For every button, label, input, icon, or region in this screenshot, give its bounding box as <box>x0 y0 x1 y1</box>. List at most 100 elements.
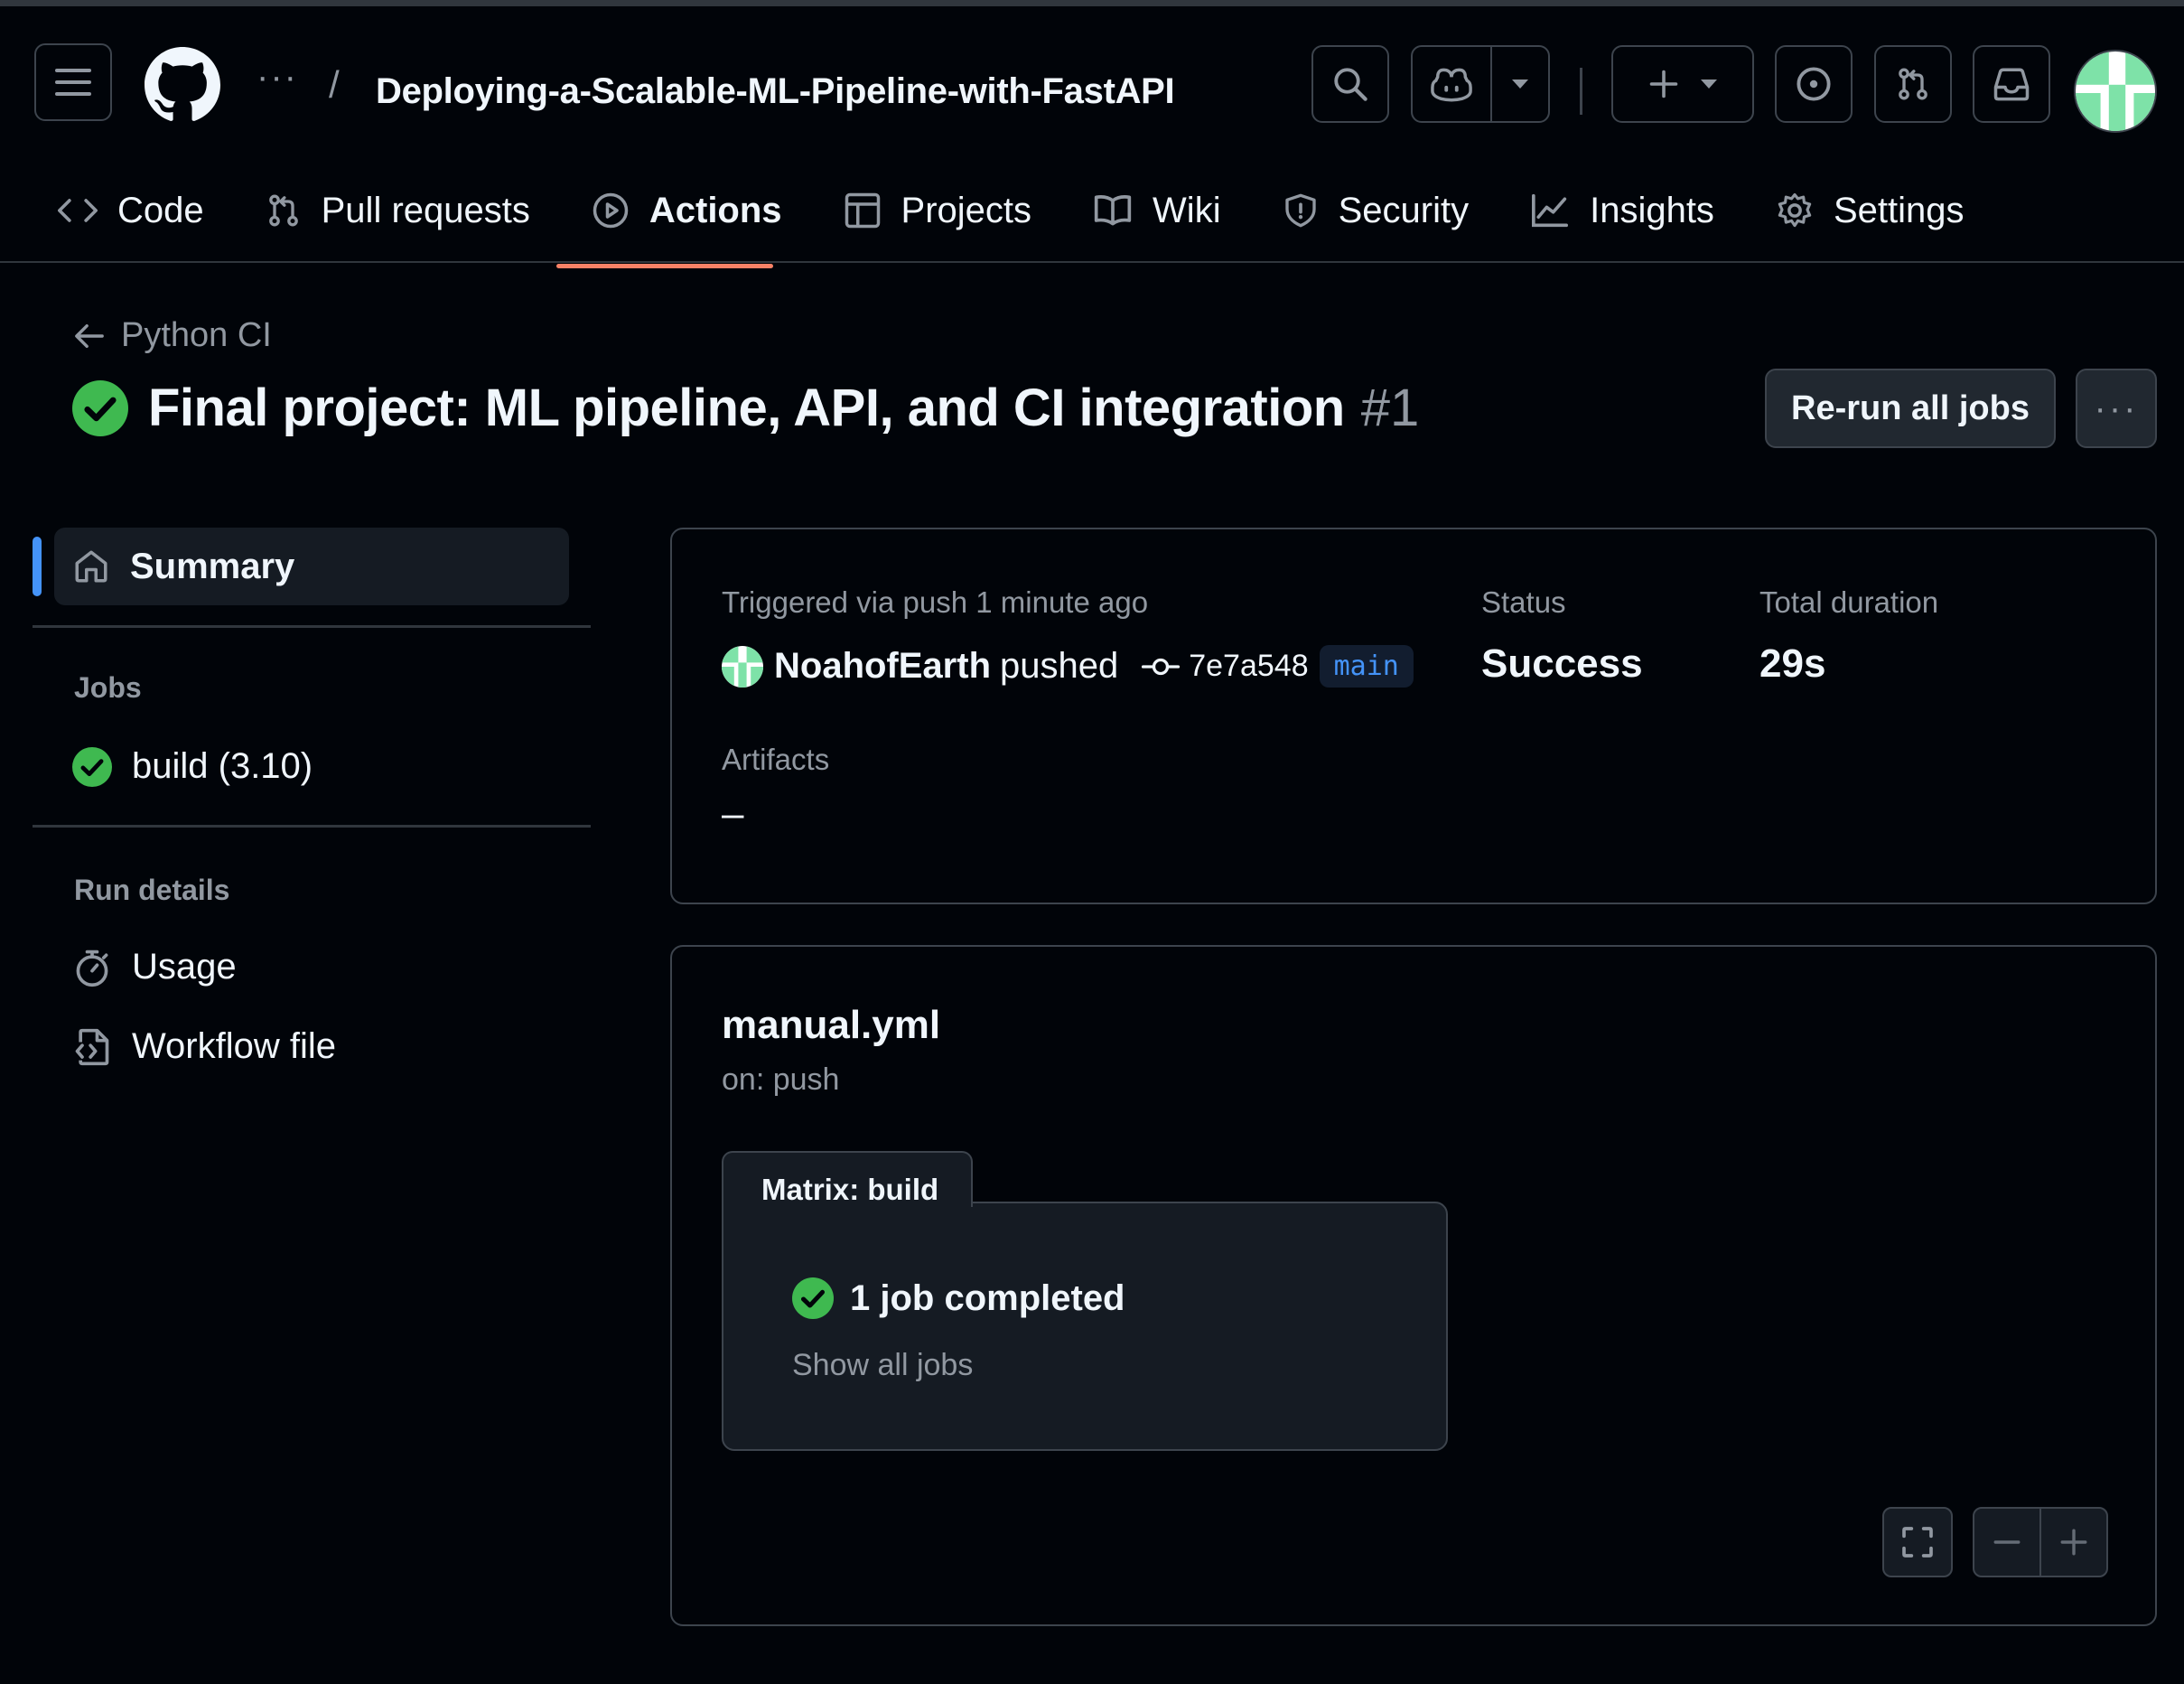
repo-name-link[interactable]: Deploying-a-Scalable-ML-Pipeline-with-Fa… <box>376 71 1175 112</box>
check-circle-fill-icon <box>72 746 112 787</box>
sidebar-job-build[interactable]: build (3.10) <box>72 746 313 787</box>
sidebar-item-usage[interactable]: Usage <box>72 947 237 987</box>
tab-actions[interactable]: Actions <box>570 178 804 243</box>
fullscreen-button[interactable] <box>1882 1507 1953 1577</box>
menu-button[interactable] <box>34 43 112 121</box>
workflow-file-name: manual.yml <box>722 1003 941 1047</box>
pusher-username-link[interactable]: NoahofEarth <box>774 646 991 687</box>
header-divider <box>1580 68 1582 115</box>
plus-icon <box>1649 70 1678 98</box>
sidebar-item-summary[interactable]: Summary <box>54 528 569 605</box>
pull-requests-button[interactable] <box>1874 45 1952 123</box>
tab-wiki-label: Wiki <box>1153 190 1221 230</box>
sidebar-usage-label: Usage <box>132 947 237 987</box>
tab-actions-label: Actions <box>649 190 782 230</box>
copilot-icon <box>1431 68 1472 102</box>
sidebar-active-indicator <box>33 537 42 596</box>
breadcrumb-separator: / <box>329 63 340 106</box>
issues-button[interactable] <box>1775 45 1853 123</box>
tab-code[interactable]: Code <box>36 178 226 243</box>
git-pull-request-icon <box>1899 68 1927 100</box>
stopwatch-icon <box>76 950 108 987</box>
tab-security-label: Security <box>1338 190 1470 230</box>
artifacts-value: – <box>722 791 744 836</box>
search-button[interactable] <box>1311 45 1389 123</box>
run-title-row: Final project: ML pipeline, API, and CI … <box>72 378 1419 438</box>
pusher-avatar[interactable] <box>722 645 763 688</box>
user-avatar[interactable] <box>2074 50 2157 133</box>
graph-icon <box>1532 193 1569 228</box>
git-commit-icon <box>1142 658 1181 675</box>
sidebar-job-label: build (3.10) <box>132 746 313 786</box>
zoom-controls <box>1973 1507 2108 1577</box>
screen-full-icon <box>1902 1527 1933 1558</box>
pull-request-icon <box>268 194 298 227</box>
check-circle-fill-icon <box>792 1277 834 1319</box>
create-new-button[interactable] <box>1611 45 1754 123</box>
search-icon <box>1334 68 1367 101</box>
commit-sha-link[interactable]: 7e7a548 <box>1189 649 1308 684</box>
push-action-text: pushed <box>1000 646 1119 686</box>
tab-code-label: Code <box>117 190 204 230</box>
minus-icon <box>1993 1540 2021 1544</box>
workflow-trigger: on: push <box>722 1062 840 1097</box>
window-top-border <box>0 0 2184 6</box>
plus-icon <box>2060 1529 2087 1556</box>
inbox-button[interactable] <box>1973 45 2050 123</box>
sidebar-item-workflow-file[interactable]: Workflow file <box>72 1026 336 1067</box>
copilot-button[interactable] <box>1413 47 1492 121</box>
back-to-workflow-link[interactable]: Python CI <box>74 316 272 355</box>
sidebar-run-details-heading: Run details <box>74 874 230 906</box>
workflow-graph-card: manual.yml on: push Matrix: build 1 job … <box>670 945 2157 1626</box>
matrix-label: Matrix: build <box>722 1151 973 1207</box>
github-logo-icon[interactable] <box>145 47 220 123</box>
code-icon <box>58 199 98 222</box>
push-info: NoahofEarth pushed 7e7a548 main <box>722 645 1414 688</box>
check-circle-fill-icon <box>72 379 128 436</box>
tab-projects-label: Projects <box>901 190 1032 230</box>
status-label: Status <box>1481 585 1566 619</box>
artifacts-label: Artifacts <box>722 743 830 776</box>
file-code-icon <box>75 1028 109 1065</box>
sidebar-workflow-file-label: Workflow file <box>132 1026 336 1066</box>
total-duration-value: 29s <box>1759 641 1826 686</box>
tab-settings-label: Settings <box>1833 190 1965 230</box>
back-link-label: Python CI <box>121 316 272 354</box>
matrix-job-group[interactable]: 1 job completed Show all jobs <box>722 1202 1448 1451</box>
identicon-avatar-icon <box>722 645 763 688</box>
more-options-button[interactable]: ··· <box>2076 369 2157 448</box>
total-duration-label: Total duration <box>1759 585 1939 619</box>
matrix-job-status: 1 job completed <box>792 1277 1125 1319</box>
tab-wiki[interactable]: Wiki <box>1071 178 1243 243</box>
branch-label[interactable]: main <box>1319 645 1414 688</box>
book-icon <box>1094 195 1132 226</box>
copilot-dropdown-button[interactable] <box>1492 79 1548 89</box>
run-number: #1 <box>1360 379 1420 437</box>
zoom-out-button[interactable] <box>1974 1509 2041 1576</box>
sidebar-summary-label: Summary <box>130 546 295 586</box>
inbox-icon <box>1993 68 2030 101</box>
tab-projects[interactable]: Projects <box>822 178 1054 243</box>
tab-pull-requests-label: Pull requests <box>321 190 530 230</box>
sidebar-divider <box>33 625 591 628</box>
active-tab-underline <box>556 264 773 268</box>
table-icon <box>845 192 880 229</box>
copilot-button-group[interactable] <box>1411 45 1550 123</box>
caret-down-icon <box>1512 80 1528 89</box>
arrow-left-icon <box>75 323 104 348</box>
breadcrumb-more-button[interactable]: ··· <box>257 59 298 95</box>
zoom-in-button[interactable] <box>2041 1509 2106 1576</box>
rerun-all-jobs-button[interactable]: Re-run all jobs <box>1765 369 2056 448</box>
repo-header: ··· / Deploying-a-Scalable-ML-Pipeline-w… <box>0 6 2184 268</box>
tab-security[interactable]: Security <box>1261 178 1491 243</box>
tab-settings[interactable]: Settings <box>1754 178 1986 243</box>
gear-icon <box>1778 192 1812 228</box>
sidebar-jobs-heading: Jobs <box>74 671 142 704</box>
trigger-text: Triggered via push 1 minute ago <box>722 585 1149 619</box>
caret-down-icon <box>1701 80 1717 89</box>
play-icon <box>593 192 629 229</box>
tab-pull-requests[interactable]: Pull requests <box>244 178 552 243</box>
show-all-jobs-link[interactable]: Show all jobs <box>792 1348 973 1383</box>
issue-opened-icon <box>1797 67 1831 101</box>
tab-insights[interactable]: Insights <box>1508 178 1736 243</box>
